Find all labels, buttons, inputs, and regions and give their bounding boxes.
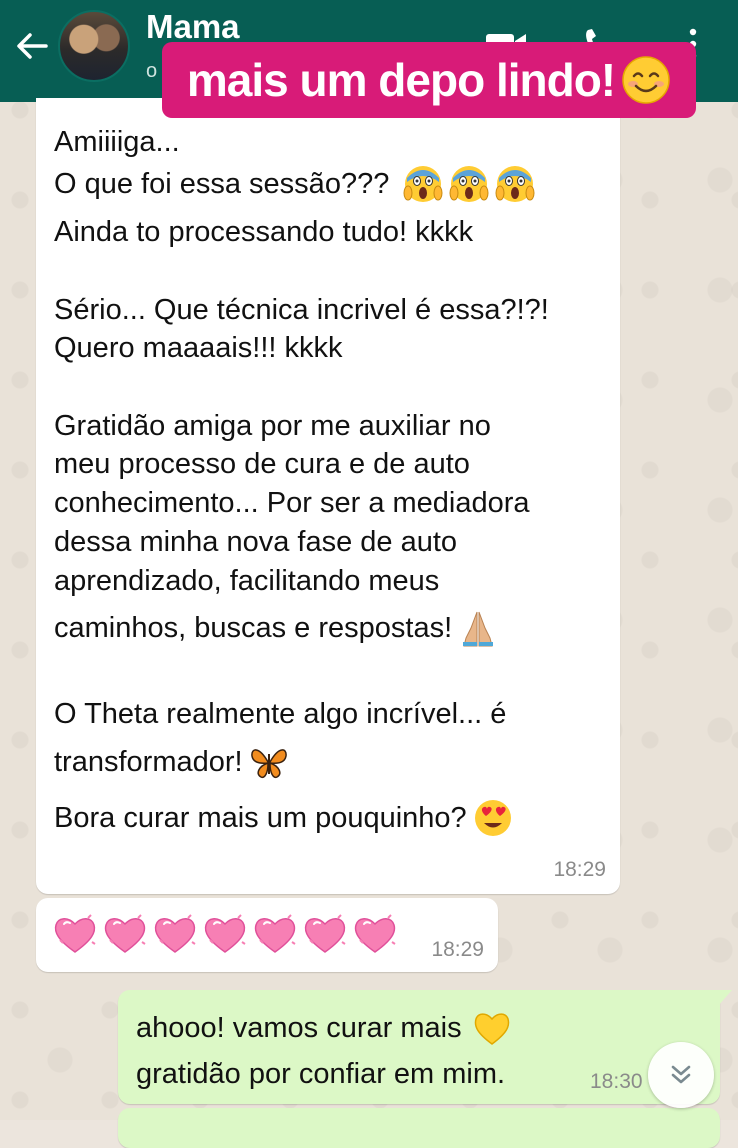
yellow-heart-icon [474, 1013, 509, 1045]
banner-text: mais um depo lindo! [186, 54, 616, 106]
smiling-face-icon [622, 56, 670, 104]
message-text: Amiiiiga... [54, 126, 180, 158]
message-line-with-emoji: transformador! [54, 742, 289, 782]
message-time: 18:29 [431, 938, 484, 961]
message-text: Sério... Que técnica incrivel é essa?!?! [54, 294, 549, 326]
folded-hands-icon [463, 611, 494, 647]
heart-emoji-row [52, 912, 398, 956]
message-text: ahooo! vamos curar mais [136, 1011, 462, 1044]
butterfly-icon [250, 749, 287, 779]
message-line-with-emoji: ahooo! vamos curar mais [136, 1008, 512, 1048]
message-text: transformador! [54, 745, 243, 778]
scroll-to-bottom-button[interactable] [648, 1042, 714, 1108]
message-text: Gratidão amiga por me auxiliar no [54, 410, 491, 442]
sparkling-heart-icon [204, 914, 246, 953]
message-text: Quero maaaais!!! kkkk [54, 332, 343, 364]
double-chevron-down-icon [671, 1065, 691, 1084]
message-time: 18:29 [553, 858, 606, 881]
sparkling-heart-icon [154, 914, 196, 953]
message-time: 18:30 [590, 1070, 643, 1093]
avatar[interactable] [58, 10, 130, 82]
sparkling-heart-icon [254, 914, 296, 953]
scream-icon [449, 165, 489, 203]
message-text: caminhos, buscas e respostas! [54, 611, 453, 644]
message-text: gratidão por confiar em mim. [136, 1058, 506, 1090]
scream-icon [495, 165, 535, 203]
outgoing-message-bubble[interactable]: ahooo! vamos curar mais gratidão por con… [118, 990, 732, 1104]
message-text: Bora curar mais um pouquinho? [54, 801, 467, 834]
contact-name[interactable]: Mama [146, 8, 240, 46]
sparkling-heart-icon [54, 914, 96, 953]
sparkling-heart-icon [354, 914, 396, 953]
scream-icon [403, 165, 443, 203]
message-line-with-emoji: Bora curar mais um pouquinho? [54, 798, 513, 838]
incoming-message-bubble[interactable]: 18:29 [36, 898, 498, 972]
sparkling-heart-icon [304, 914, 346, 953]
message-text: dessa minha nova fase de auto [54, 526, 458, 558]
message-text: Ainda to processando tudo! kkkk [54, 216, 474, 248]
message-text: O Theta realmente algo incrível... é [54, 698, 507, 730]
message-line-with-emoji: O que foi essa sessão??? [54, 164, 535, 204]
message-text: conhecimento... Por ser a mediadora [54, 487, 530, 519]
message-text: O que foi essa sessão??? [54, 167, 390, 200]
message-line-with-emoji: caminhos, buscas e respostas! [54, 608, 498, 648]
message-text: meu processo de cura e de auto [54, 448, 470, 480]
outgoing-message-bubble[interactable] [118, 1108, 720, 1148]
heart-eyes-icon [474, 800, 511, 836]
incoming-message-bubble[interactable]: Amiiiiga... O que foi essa sessão??? Ain… [36, 98, 620, 894]
back-arrow-icon[interactable] [12, 26, 52, 66]
promo-banner: mais um depo lindo! [162, 42, 696, 118]
contact-status: o [146, 60, 158, 82]
sparkling-heart-icon [104, 914, 146, 953]
message-text: aprendizado, facilitando meus [54, 565, 440, 597]
